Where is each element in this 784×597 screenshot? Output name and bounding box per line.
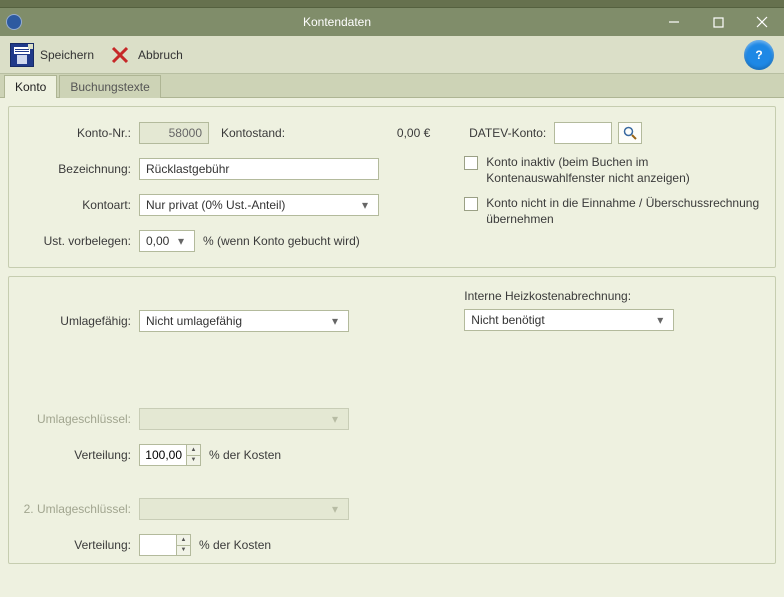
toolbar: Speichern Abbruch ? bbox=[0, 36, 784, 74]
chevron-down-icon: ▾ bbox=[328, 502, 342, 516]
tab-content: Konto-Nr.: Kontostand: 0,00 € Bezeichnun… bbox=[0, 98, 784, 597]
verteilung-1-stepper[interactable]: ▲▼ bbox=[139, 444, 201, 466]
cancel-button[interactable]: Abbruch bbox=[108, 43, 183, 67]
maximize-button[interactable] bbox=[696, 8, 740, 36]
label-ust-suffix: % (wenn Konto gebucht wird) bbox=[203, 234, 360, 248]
app-icon bbox=[6, 14, 22, 30]
label-kontoart: Kontoart: bbox=[19, 198, 139, 212]
label-verteilung-suffix-2: % der Kosten bbox=[199, 538, 271, 552]
datev-konto-field[interactable] bbox=[554, 122, 612, 144]
cancel-button-label: Abbruch bbox=[138, 48, 183, 62]
close-button[interactable] bbox=[740, 8, 784, 36]
spin-down-icon[interactable]: ▼ bbox=[187, 455, 200, 466]
interne-heiz-select[interactable]: Nicht benötigt ▾ bbox=[464, 309, 674, 331]
umlagefaehig-select[interactable]: Nicht umlagefähig ▾ bbox=[139, 310, 349, 332]
label-verteilung-1: Verteilung: bbox=[19, 448, 139, 462]
chevron-down-icon: ▾ bbox=[174, 234, 188, 248]
label-datev-konto: DATEV-Konto: bbox=[464, 126, 554, 140]
label-kontostand: Kontostand: bbox=[221, 126, 285, 140]
label-umlageschluessel-2: 2. Umlageschlüssel: bbox=[19, 502, 139, 516]
save-button[interactable]: Speichern bbox=[10, 43, 94, 67]
chevron-down-icon: ▾ bbox=[328, 412, 342, 426]
help-icon: ? bbox=[755, 48, 762, 62]
help-button[interactable]: ? bbox=[744, 40, 774, 70]
spin-up-icon[interactable]: ▲ bbox=[177, 535, 190, 545]
title-bar: Kontendaten bbox=[0, 8, 784, 36]
kontostand-value: 0,00 € bbox=[285, 126, 434, 140]
ust-select[interactable]: 0,00 ▾ bbox=[139, 230, 195, 252]
label-bezeichnung: Bezeichnung: bbox=[19, 162, 139, 176]
minimize-button[interactable] bbox=[652, 8, 696, 36]
label-umlageschluessel: Umlageschlüssel: bbox=[19, 412, 139, 426]
label-konto-nicht-euer: Konto nicht in die Einnahme / Überschuss… bbox=[486, 196, 765, 227]
umlageschluessel2-select: ▾ bbox=[139, 498, 349, 520]
label-verteilung-2: Verteilung: bbox=[19, 538, 139, 552]
label-konto-inaktiv: Konto inaktiv (beim Buchen im Kontenausw… bbox=[486, 155, 765, 186]
label-verteilung-suffix-1: % der Kosten bbox=[209, 448, 281, 462]
chevron-down-icon: ▾ bbox=[358, 198, 372, 212]
chevron-down-icon: ▾ bbox=[328, 314, 342, 328]
tab-buchungstexte[interactable]: Buchungstexte bbox=[59, 75, 160, 98]
save-icon bbox=[10, 43, 34, 67]
save-button-label: Speichern bbox=[40, 48, 94, 62]
checkbox-konto-nicht-euer[interactable] bbox=[464, 197, 478, 211]
spin-up-icon[interactable]: ▲ bbox=[187, 445, 200, 455]
datev-lookup-button[interactable] bbox=[618, 122, 642, 144]
chevron-down-icon: ▾ bbox=[653, 313, 667, 327]
spin-down-icon[interactable]: ▼ bbox=[177, 545, 190, 556]
konto-nr-field[interactable] bbox=[139, 122, 209, 144]
panel-umlage: Umlagefähig: Nicht umlagefähig ▾ Interne… bbox=[8, 276, 776, 564]
label-umlagefaehig: Umlagefähig: bbox=[19, 314, 139, 328]
label-ust-vorbelegen: Ust. vorbelegen: bbox=[19, 234, 139, 248]
panel-basics: Konto-Nr.: Kontostand: 0,00 € Bezeichnun… bbox=[8, 106, 776, 268]
cancel-icon bbox=[108, 43, 132, 67]
search-icon bbox=[623, 126, 637, 140]
window-title: Kontendaten bbox=[22, 15, 652, 29]
bezeichnung-field[interactable] bbox=[139, 158, 379, 180]
label-konto-nr: Konto-Nr.: bbox=[19, 126, 139, 140]
verteilung-2-stepper[interactable]: ▲▼ bbox=[139, 534, 191, 556]
tab-strip: Konto Buchungstexte bbox=[0, 74, 784, 98]
label-interne-heiz: Interne Heizkostenabrechnung: bbox=[464, 289, 765, 303]
umlageschluessel-select: ▾ bbox=[139, 408, 349, 430]
tab-konto[interactable]: Konto bbox=[4, 75, 57, 98]
kontoart-select[interactable]: Nur privat (0% Ust.-Anteil) ▾ bbox=[139, 194, 379, 216]
checkbox-konto-inaktiv[interactable] bbox=[464, 156, 478, 170]
